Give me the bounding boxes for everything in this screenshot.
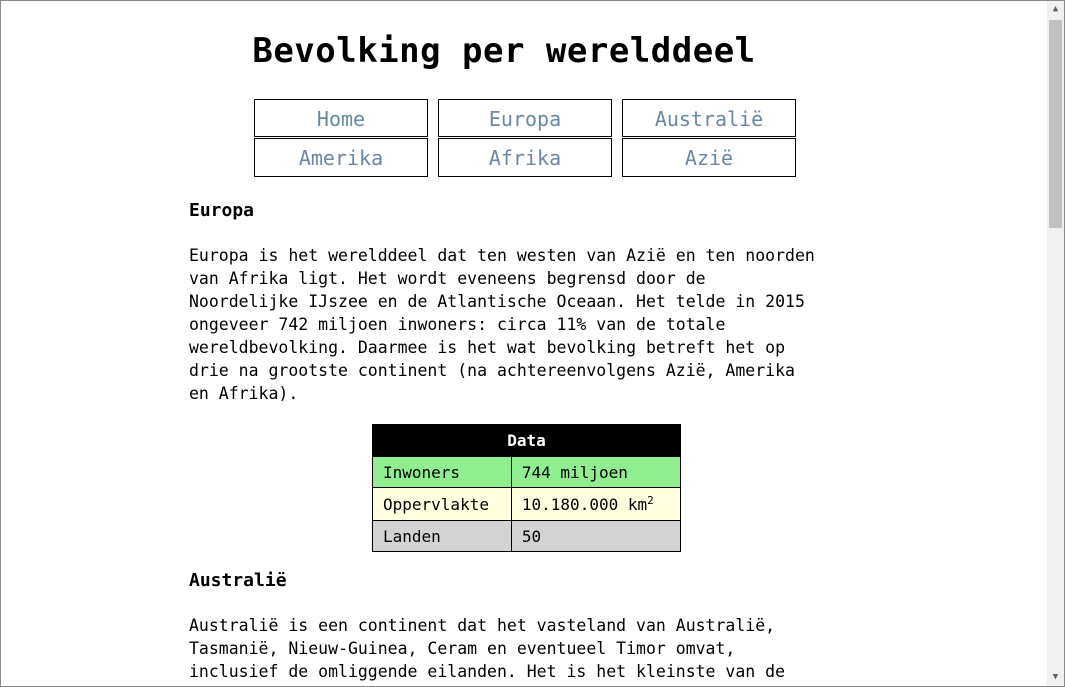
nav-link-amerika[interactable]: Amerika: [254, 138, 428, 177]
nav-link-home[interactable]: Home: [254, 99, 428, 137]
table-row: Landen 50: [372, 520, 682, 552]
nav-link-australie[interactable]: Australië: [622, 99, 796, 137]
nav-link-europa[interactable]: Europa: [438, 99, 612, 137]
table-cell-key: Oppervlakte: [372, 487, 512, 521]
table-row: Oppervlakte 10.180.000 km2: [372, 487, 682, 521]
scroll-up-arrow-icon[interactable]: ▲: [1047, 1, 1064, 18]
area-value: 10.180.000 km: [521, 495, 648, 514]
table-header: Data: [372, 424, 681, 457]
table-cell-value: 50: [510, 520, 682, 552]
scroll-down-arrow-icon[interactable]: ▼: [1047, 669, 1064, 686]
europa-data-table: Data Inwoners 744 miljoen Oppervlakte 10…: [372, 424, 682, 552]
browser-frame: Bevolking per werelddeel Home Europa Aus…: [0, 0, 1065, 687]
continent-nav: Home Europa Australië Amerika Afrika Azi…: [254, 99, 796, 177]
page-title: Bevolking per werelddeel: [252, 31, 756, 71]
vertical-scrollbar[interactable]: ▲ ▼: [1047, 1, 1064, 686]
page-content: Bevolking per werelddeel Home Europa Aus…: [1, 1, 1047, 686]
section-text-australie: Australië is een continent dat het vaste…: [189, 616, 786, 681]
table-cell-key: Landen: [372, 520, 512, 552]
section-title-australie: Australië: [189, 570, 287, 591]
scrollbar-thumb[interactable]: [1049, 20, 1062, 228]
section-text-europa: Europa is het werelddeel dat ten westen …: [189, 246, 815, 403]
section-title-europa: Europa: [189, 200, 255, 221]
table-cell-key: Inwoners: [372, 456, 512, 488]
table-cell-value: 10.180.000 km2: [510, 487, 682, 521]
nav-link-afrika[interactable]: Afrika: [438, 138, 612, 177]
table-row: Inwoners 744 miljoen: [372, 456, 682, 488]
superscript: 2: [647, 494, 654, 507]
nav-link-azie[interactable]: Azië: [622, 138, 796, 177]
table-cell-value: 744 miljoen: [510, 456, 682, 488]
